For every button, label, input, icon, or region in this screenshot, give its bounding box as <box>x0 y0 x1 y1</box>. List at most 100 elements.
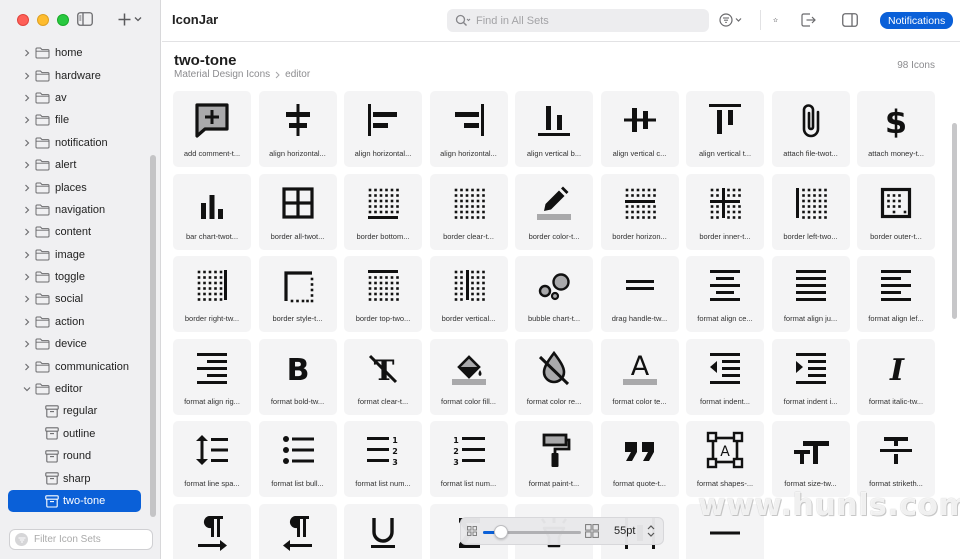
breadcrumb-item[interactable]: editor <box>285 69 310 80</box>
sidebar-folder-home[interactable]: home <box>0 42 155 64</box>
icon-tile[interactable]: Iformat italic-tw... <box>857 338 935 415</box>
sidebar-folder-notification[interactable]: notification <box>0 132 155 154</box>
sidebar-set-round[interactable]: round <box>0 445 155 467</box>
icon-tile[interactable]: Tformat clear-t... <box>344 338 422 415</box>
sidebar-folder-content[interactable]: content <box>0 221 155 243</box>
sidebar-folder-social[interactable]: social <box>0 288 155 310</box>
icon-tile[interactable]: drag handle-tw... <box>600 256 679 332</box>
icon-tile[interactable] <box>258 503 337 559</box>
icon-tile[interactable]: border vertical... <box>429 256 508 332</box>
sidebar-set-two-tone[interactable]: two-tone <box>8 489 141 513</box>
icon-tile[interactable]: format list bull... <box>258 421 337 497</box>
sidebar-folder-alert[interactable]: alert <box>0 154 155 176</box>
sidebar-folder-hardware[interactable]: hardware <box>0 64 155 86</box>
chevron-right-icon[interactable] <box>22 318 32 326</box>
icon-tile[interactable]: border outer-t... <box>857 173 935 250</box>
chevron-right-icon[interactable] <box>22 161 32 169</box>
sidebar-folder-device[interactable]: device <box>0 333 155 355</box>
icon-tile[interactable]: Aformat shapes-... <box>686 421 764 497</box>
sidebar-folder-file[interactable]: file <box>0 109 155 131</box>
chevron-right-icon[interactable] <box>22 184 32 192</box>
icon-tile[interactable] <box>173 503 251 559</box>
icon-tile[interactable]: border inner-t... <box>686 173 764 250</box>
icon-tile[interactable]: align horizontal... <box>258 91 337 167</box>
large-grid-icon[interactable] <box>585 524 599 538</box>
sidebar-set-outline[interactable]: outline <box>0 423 155 445</box>
inspector-toggle-button[interactable] <box>842 11 858 29</box>
sidebar-set-regular[interactable]: regular <box>0 400 155 422</box>
small-grid-icon[interactable] <box>467 526 477 536</box>
search-input[interactable]: Find in All Sets <box>447 9 709 32</box>
icon-tile[interactable]: 1 2 3 format list num... <box>344 421 422 497</box>
icon-tile[interactable]: align vertical c... <box>600 91 679 167</box>
chevron-right-icon[interactable] <box>22 273 32 281</box>
favorite-button[interactable] <box>760 10 778 30</box>
add-set-button[interactable] <box>118 9 148 29</box>
icon-tile[interactable]: $ attach money-t... <box>857 91 935 167</box>
chevron-right-icon[interactable] <box>22 94 32 102</box>
chevron-right-icon[interactable] <box>22 228 32 236</box>
sidebar-folder-action[interactable]: action <box>0 311 155 333</box>
chevron-right-icon[interactable] <box>22 206 32 214</box>
chevron-right-icon[interactable] <box>22 340 32 348</box>
icon-tile[interactable]: border horizon... <box>600 173 679 250</box>
icon-tile[interactable]: format line spa... <box>173 421 251 497</box>
icon-tile[interactable]: border all-twot... <box>258 173 337 250</box>
icon-tile[interactable]: format quote-t... <box>600 421 679 497</box>
sidebar-toggle-icon[interactable] <box>77 12 93 26</box>
filter-icon-sets-input[interactable]: Filter Icon Sets <box>9 529 153 550</box>
icon-tile[interactable] <box>344 503 422 559</box>
icon-tile[interactable]: attach file-twot... <box>771 91 850 167</box>
zoom-window-button[interactable] <box>57 14 69 26</box>
export-button[interactable] <box>800 11 816 29</box>
icon-tile[interactable]: Bformat bold-tw... <box>258 338 337 415</box>
chevron-right-icon[interactable] <box>22 295 32 303</box>
chevron-right-icon[interactable] <box>22 251 32 259</box>
icon-tile[interactable]: border bottom... <box>344 173 422 250</box>
icon-tile[interactable]: format indent... <box>686 338 764 415</box>
icon-tile[interactable]: format indent i... <box>771 338 850 415</box>
sidebar-scrollbar[interactable] <box>150 155 156 517</box>
filter-menu-button[interactable] <box>718 11 746 29</box>
chevron-down-icon[interactable] <box>22 386 32 392</box>
icon-tile[interactable]: border style-t... <box>258 256 337 332</box>
icon-tile[interactable]: format size-tw... <box>771 421 850 497</box>
icon-tile[interactable]: border color-t... <box>515 173 593 250</box>
icon-tile[interactable]: format align ju... <box>771 256 850 332</box>
icon-tile[interactable]: format align rig... <box>173 338 251 415</box>
sidebar-folder-communication[interactable]: communication <box>0 355 155 377</box>
sidebar-set-sharp[interactable]: sharp <box>0 467 155 489</box>
icon-tile[interactable]: format align ce... <box>686 256 764 332</box>
icon-tile[interactable]: align horizontal... <box>344 91 422 167</box>
icon-tile[interactable]: format color re... <box>515 338 593 415</box>
sidebar-folder-image[interactable]: image <box>0 244 155 266</box>
zoom-slider-knob[interactable] <box>493 525 508 539</box>
chevron-right-icon[interactable] <box>22 116 32 124</box>
sidebar-folder-places[interactable]: places <box>0 176 155 198</box>
sidebar-folder-av[interactable]: av <box>0 87 155 109</box>
icon-tile[interactable]: bubble chart-t... <box>515 256 593 332</box>
icon-tile[interactable]: bar chart-twot... <box>173 173 251 250</box>
sidebar-folder-editor[interactable]: editor <box>0 378 155 400</box>
close-window-button[interactable] <box>17 14 29 26</box>
icon-tile[interactable]: format striketh... <box>857 421 935 497</box>
icon-tile[interactable]: border right-tw... <box>173 256 251 332</box>
icon-tile[interactable]: align horizontal... <box>429 91 508 167</box>
sidebar-folder-toggle[interactable]: toggle <box>0 266 155 288</box>
icon-tile[interactable]: align vertical t... <box>686 91 764 167</box>
chevron-right-icon[interactable] <box>22 363 32 371</box>
icon-tile[interactable]: Aformat color te... <box>600 338 679 415</box>
grid-scrollbar[interactable] <box>952 123 957 319</box>
icon-tile[interactable]: 1 2 3 format list num... <box>429 421 508 497</box>
icon-tile[interactable]: format paint-t... <box>515 421 593 497</box>
sidebar-folder-navigation[interactable]: navigation <box>0 199 155 221</box>
notifications-button[interactable]: Notifications <box>880 12 954 29</box>
icon-tile[interactable]: format color fill... <box>429 338 508 415</box>
icon-tile[interactable]: format align lef... <box>857 256 935 332</box>
minimize-window-button[interactable] <box>37 14 49 26</box>
icon-tile[interactable]: border clear-t... <box>429 173 508 250</box>
icon-tile[interactable]: align vertical b... <box>515 91 593 167</box>
icon-tile[interactable]: border left-two... <box>771 173 850 250</box>
stepper-icon[interactable] <box>647 524 655 538</box>
breadcrumb-item[interactable]: Material Design Icons <box>174 69 270 80</box>
